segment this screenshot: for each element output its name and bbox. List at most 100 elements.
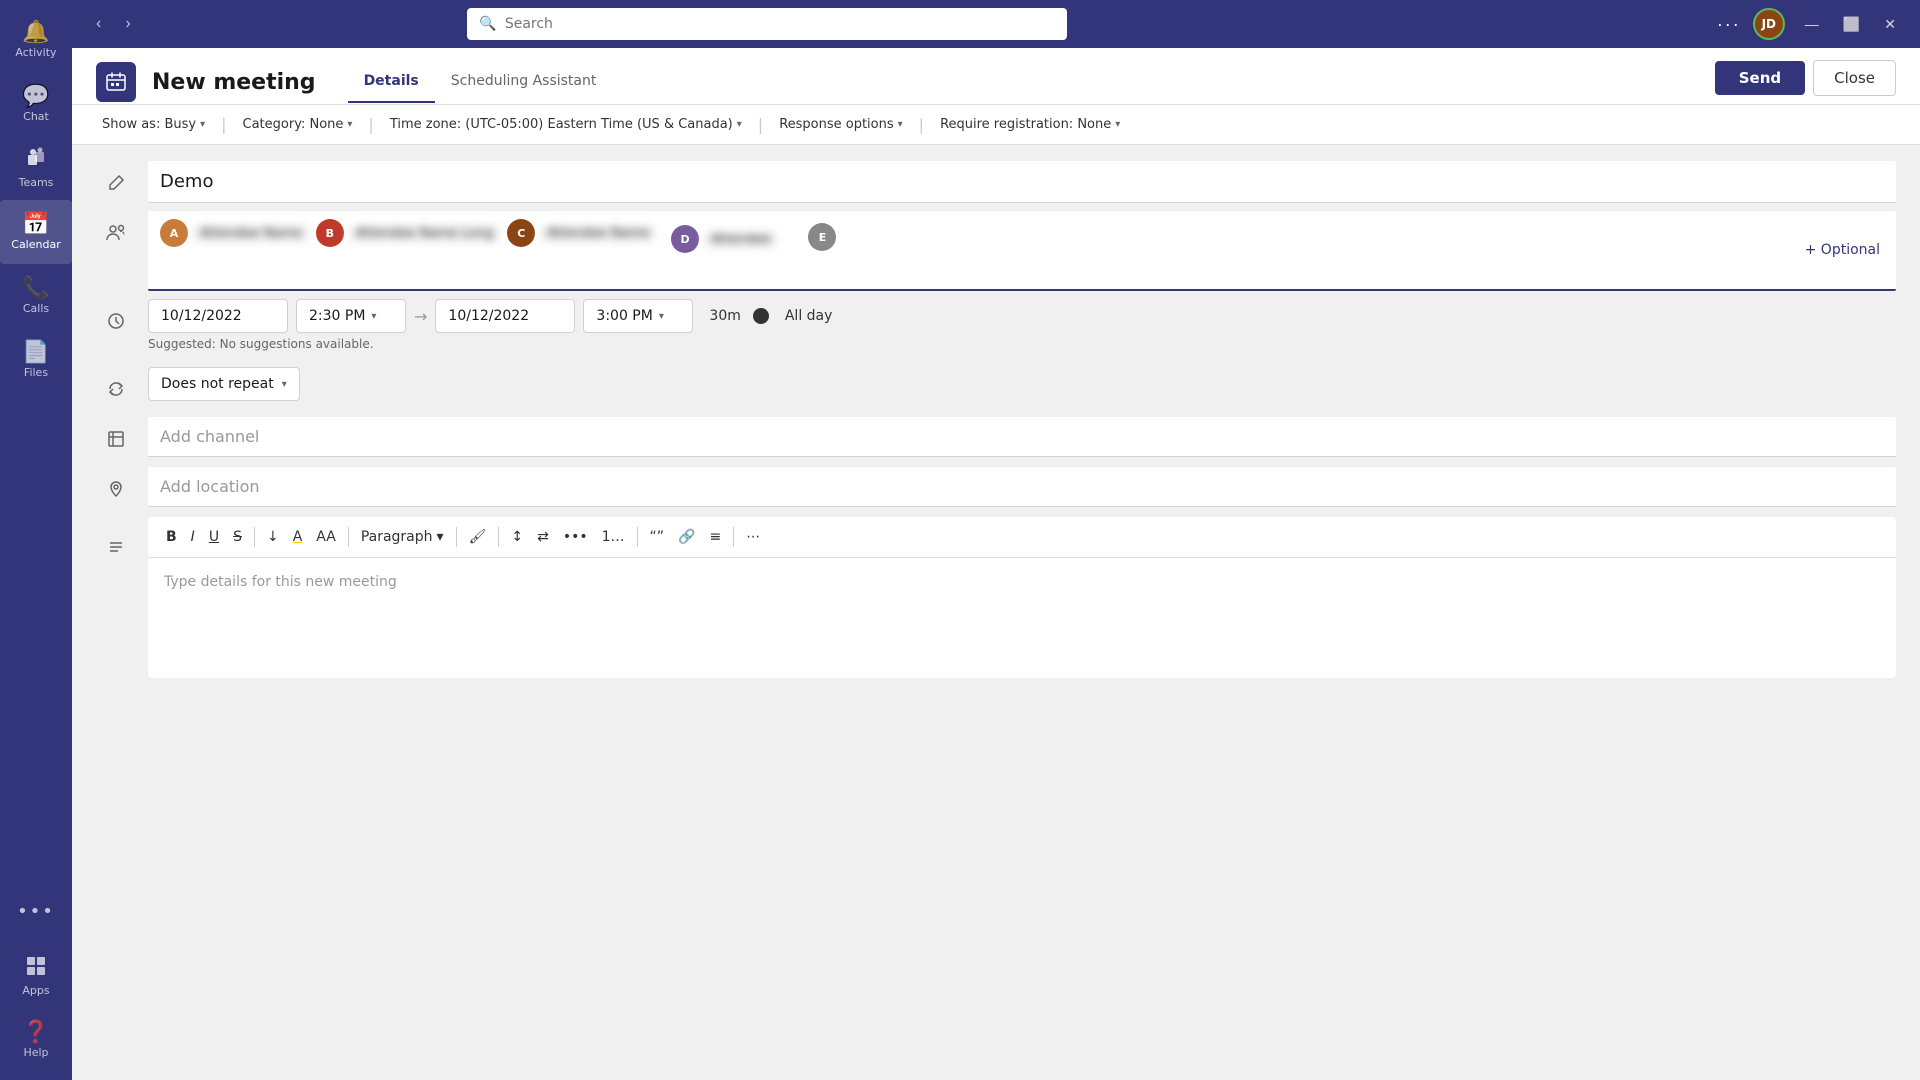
forward-button[interactable]: › bbox=[117, 11, 138, 37]
datetime-inputs: 10/12/2022 2:30 PM ▾ → 10/12/2022 3:00 P… bbox=[148, 299, 1896, 333]
tab-details[interactable]: Details bbox=[348, 61, 435, 103]
datetime-row: 10/12/2022 2:30 PM ▾ → 10/12/2022 3:00 P… bbox=[96, 299, 1896, 359]
sidebar-item-teams[interactable]: Teams bbox=[0, 136, 72, 200]
sidebar-item-label: Chat bbox=[23, 110, 49, 123]
back-button[interactable]: ‹ bbox=[88, 11, 109, 37]
titlebar-right: ··· JD — ⬜ ✕ bbox=[1717, 8, 1904, 40]
more-options-button[interactable]: ··· bbox=[1717, 14, 1741, 35]
meeting-toolbar: Show as: Busy ▾ | Category: None ▾ | Tim… bbox=[72, 105, 1920, 145]
sidebar-item-label: Apps bbox=[22, 984, 49, 997]
duration-toggle[interactable] bbox=[753, 308, 769, 324]
meeting-header: New meeting Details Scheduling Assistant… bbox=[72, 48, 1920, 105]
editor-sep-5 bbox=[637, 527, 638, 547]
attendee-avatar-2: B bbox=[316, 219, 344, 247]
sidebar-item-calendar[interactable]: 📅 Calendar bbox=[0, 200, 72, 264]
send-button[interactable]: Send bbox=[1715, 61, 1805, 95]
align-right-button[interactable]: ⇄ bbox=[531, 525, 555, 549]
close-meeting-button[interactable]: Close bbox=[1813, 60, 1896, 96]
attendee-avatar-1: A bbox=[160, 219, 188, 247]
more-formatting-button[interactable]: ⋯ bbox=[740, 525, 766, 549]
underline-button[interactable]: U bbox=[203, 525, 225, 549]
editor-container: B I U S ↓ A AA Paragraph ▾ 🖌 ↕ ⇄ ••• bbox=[148, 517, 1896, 678]
bold-button[interactable]: B bbox=[160, 525, 183, 549]
numbered-list-button[interactable]: 1… bbox=[596, 525, 631, 549]
channel-icon bbox=[96, 419, 136, 459]
search-input[interactable] bbox=[505, 16, 1056, 32]
titlebar: ‹ › 🔍 ··· JD — ⬜ ✕ bbox=[72, 0, 1920, 48]
editor-sep-1 bbox=[254, 527, 255, 547]
editor-icon bbox=[96, 527, 136, 567]
repeat-dropdown[interactable]: Does not repeat ▾ bbox=[148, 367, 300, 401]
editor-sep-4 bbox=[498, 527, 499, 547]
start-time-input[interactable]: 2:30 PM ▾ bbox=[296, 299, 406, 333]
align-left-button[interactable]: ↕ bbox=[505, 525, 529, 549]
timezone-dropdown[interactable]: Time zone: (UTC-05:00) Eastern Time (US … bbox=[384, 113, 748, 136]
sidebar-item-calls[interactable]: 📞 Calls bbox=[0, 264, 72, 328]
duration-label: 30m bbox=[709, 308, 740, 324]
maximize-button[interactable]: ⬜ bbox=[1835, 14, 1868, 35]
repeat-row: Does not repeat ▾ bbox=[96, 367, 1896, 409]
end-time-input[interactable]: 3:00 PM ▾ bbox=[583, 299, 693, 333]
meeting-tabs: Details Scheduling Assistant bbox=[348, 61, 613, 103]
format-painter-button[interactable]: 🖌 bbox=[463, 525, 493, 549]
paragraph-button[interactable]: Paragraph ▾ bbox=[355, 525, 450, 549]
meeting-title-input[interactable] bbox=[148, 161, 1896, 203]
strikethrough-button[interactable]: S bbox=[227, 525, 248, 549]
channel-input[interactable] bbox=[148, 417, 1896, 457]
search-bar: 🔍 bbox=[467, 8, 1067, 40]
attendees-box[interactable]: A Attendee Name B Attendee Name Long C A… bbox=[148, 211, 1896, 291]
sidebar-item-chat[interactable]: 💬 Chat bbox=[0, 72, 72, 136]
quote-button[interactable]: “” bbox=[644, 525, 671, 549]
calls-icon: 📞 bbox=[22, 278, 49, 300]
highlight-button[interactable]: A bbox=[287, 525, 309, 549]
activity-icon: 🔔 bbox=[22, 22, 49, 44]
allday-toggle[interactable]: All day bbox=[785, 308, 833, 324]
registration-dropdown[interactable]: Require registration: None ▾ bbox=[934, 113, 1126, 136]
datetime-container: 10/12/2022 2:30 PM ▾ → 10/12/2022 3:00 P… bbox=[148, 299, 1896, 359]
sep1: | bbox=[221, 115, 226, 134]
sidebar-item-apps[interactable]: Apps bbox=[13, 944, 59, 1008]
attendee-avatar-3: C bbox=[507, 219, 535, 247]
editor-body[interactable]: Type details for this new meeting bbox=[148, 558, 1896, 678]
user-avatar[interactable]: JD bbox=[1753, 8, 1785, 40]
attendees-row: A Attendee Name B Attendee Name Long C A… bbox=[96, 211, 1896, 291]
tab-scheduling[interactable]: Scheduling Assistant bbox=[435, 61, 613, 103]
suggested-text: Suggested: No suggestions available. bbox=[148, 337, 1896, 351]
italic-button[interactable]: I bbox=[185, 525, 201, 549]
category-dropdown[interactable]: Category: None ▾ bbox=[237, 113, 359, 136]
link-button[interactable]: 🔗 bbox=[672, 525, 701, 549]
window-controls: — ⬜ ✕ bbox=[1797, 14, 1904, 35]
sidebar-item-label: Files bbox=[24, 366, 48, 379]
sidebar-item-help[interactable]: ❓ Help bbox=[13, 1008, 59, 1072]
attendee-avatar-4: D bbox=[671, 225, 699, 253]
more-icon: ••• bbox=[17, 903, 55, 921]
end-date-input[interactable]: 10/12/2022 bbox=[435, 299, 575, 333]
location-row bbox=[96, 467, 1896, 509]
show-as-dropdown[interactable]: Show as: Busy ▾ bbox=[96, 113, 211, 136]
start-time-arrow: ▾ bbox=[371, 311, 376, 322]
editor-row: B I U S ↓ A AA Paragraph ▾ 🖌 ↕ ⇄ ••• bbox=[96, 517, 1896, 678]
minimize-button[interactable]: — bbox=[1797, 14, 1827, 34]
optional-link[interactable]: + Optional bbox=[1801, 238, 1884, 262]
sidebar-item-files[interactable]: 📄 Files bbox=[0, 328, 72, 392]
attendees-icon bbox=[96, 213, 136, 253]
sep2: | bbox=[368, 115, 373, 134]
location-icon bbox=[96, 469, 136, 509]
bullet-list-button[interactable]: ••• bbox=[557, 525, 594, 549]
response-dropdown[interactable]: Response options ▾ bbox=[773, 113, 908, 136]
sep3: | bbox=[758, 115, 763, 134]
meeting-title: New meeting bbox=[152, 70, 316, 95]
sidebar-item-activity[interactable]: 🔔 Activity bbox=[0, 8, 72, 72]
sidebar-item-label: Calendar bbox=[11, 238, 60, 251]
header-actions: Send Close bbox=[1715, 60, 1896, 104]
sidebar: 🔔 Activity 💬 Chat Teams 📅 Calendar 📞 Cal… bbox=[0, 0, 72, 1080]
align-button[interactable]: ≡ bbox=[703, 525, 727, 549]
teams-icon bbox=[25, 147, 47, 174]
close-window-button[interactable]: ✕ bbox=[1876, 14, 1904, 35]
clock-icon bbox=[96, 301, 136, 341]
location-input[interactable] bbox=[148, 467, 1896, 507]
font-size-button[interactable]: AA bbox=[310, 525, 342, 549]
start-date-input[interactable]: 10/12/2022 bbox=[148, 299, 288, 333]
sidebar-item-more[interactable]: ••• bbox=[13, 880, 59, 944]
decrease-indent-button[interactable]: ↓ bbox=[261, 525, 285, 549]
